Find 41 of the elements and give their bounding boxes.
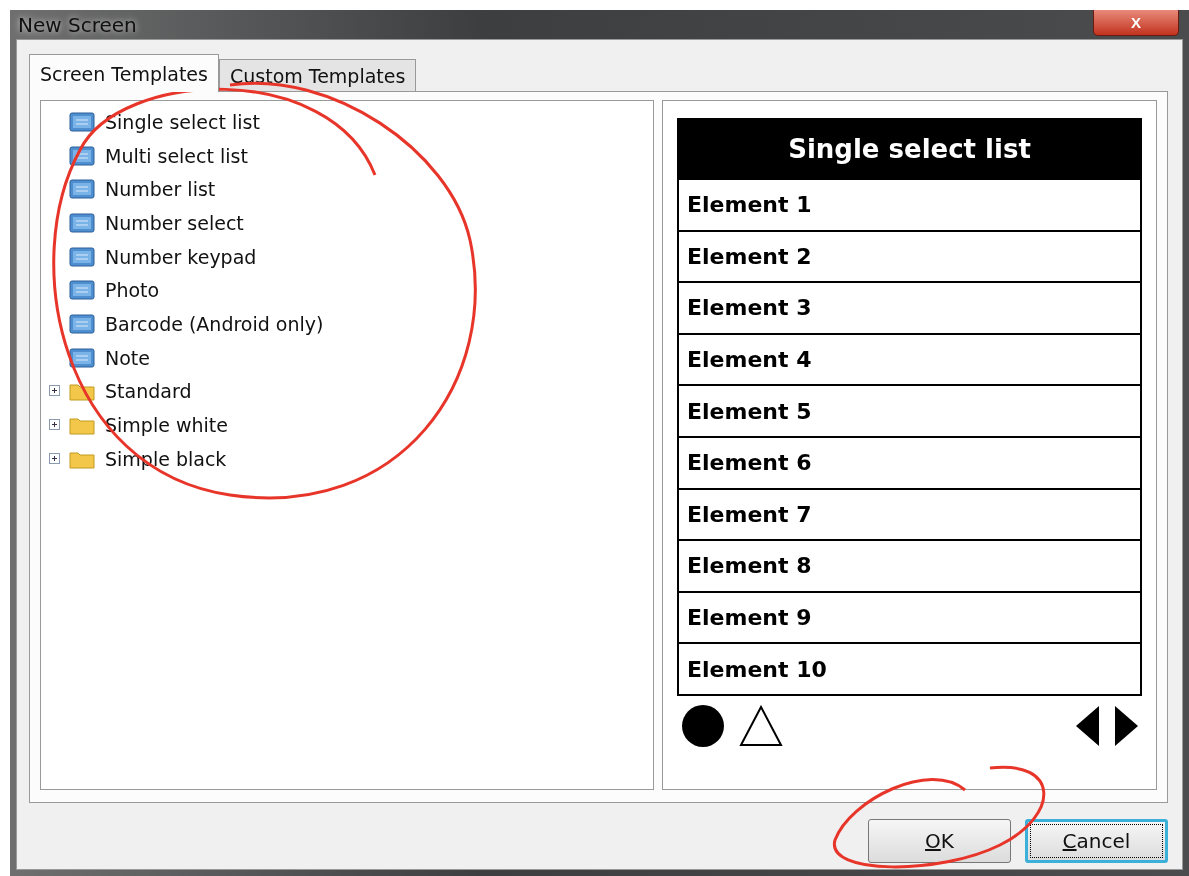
tree-item[interactable]: Multi select list (49, 138, 653, 173)
list-element: Element 8 (679, 541, 1140, 591)
tree-item[interactable]: Single select list (49, 105, 653, 139)
list-element: Element 10 (679, 644, 1140, 694)
circle-icon (681, 703, 725, 748)
list-element: Element 1 (679, 180, 1140, 230)
screen-icon (69, 212, 95, 233)
tree-item[interactable]: Note (49, 340, 653, 375)
tree-item[interactable]: Number list (49, 172, 653, 207)
dialog-button[interactable]: Cancel (1025, 819, 1168, 863)
tab[interactable]: Custom Templates (218, 59, 417, 91)
list-element: Element 7 (679, 489, 1140, 540)
list-element: Element 2 (679, 231, 1140, 282)
screen-icon (69, 347, 95, 368)
expander-icon[interactable] (49, 452, 63, 465)
list-element: Element 5 (679, 386, 1140, 436)
screen-icon (69, 111, 95, 132)
screen-icon (69, 246, 95, 267)
expander-icon[interactable] (49, 419, 63, 432)
preview-title: Single select list (787, 133, 1032, 166)
close-button[interactable]: X (1093, 10, 1179, 36)
folder-icon (69, 415, 95, 436)
list-element: Element 4 (679, 334, 1140, 385)
tree-item[interactable]: Number keypad (49, 239, 653, 274)
screen-icon (69, 179, 95, 200)
tree-item[interactable]: Barcode (Android only) (49, 307, 653, 341)
right-arrow-icon (1114, 705, 1138, 746)
tree-item[interactable]: Standard (49, 374, 653, 409)
triangle-icon (739, 704, 783, 747)
left-arrow-icon (1076, 705, 1100, 746)
list-element: Element 6 (679, 437, 1140, 488)
dialog-button[interactable]: OK (868, 819, 1011, 863)
tree-item[interactable]: Photo (49, 273, 653, 308)
expander-icon[interactable] (49, 385, 63, 398)
screen-icon (69, 280, 95, 301)
window-title: New Screen (18, 12, 137, 37)
tree-item[interactable]: Number select (49, 206, 653, 240)
list-element: Element 3 (679, 283, 1140, 333)
list-element: Element 9 (679, 592, 1140, 643)
screen-icon (69, 313, 95, 334)
tab[interactable]: Screen Templates (29, 54, 219, 92)
